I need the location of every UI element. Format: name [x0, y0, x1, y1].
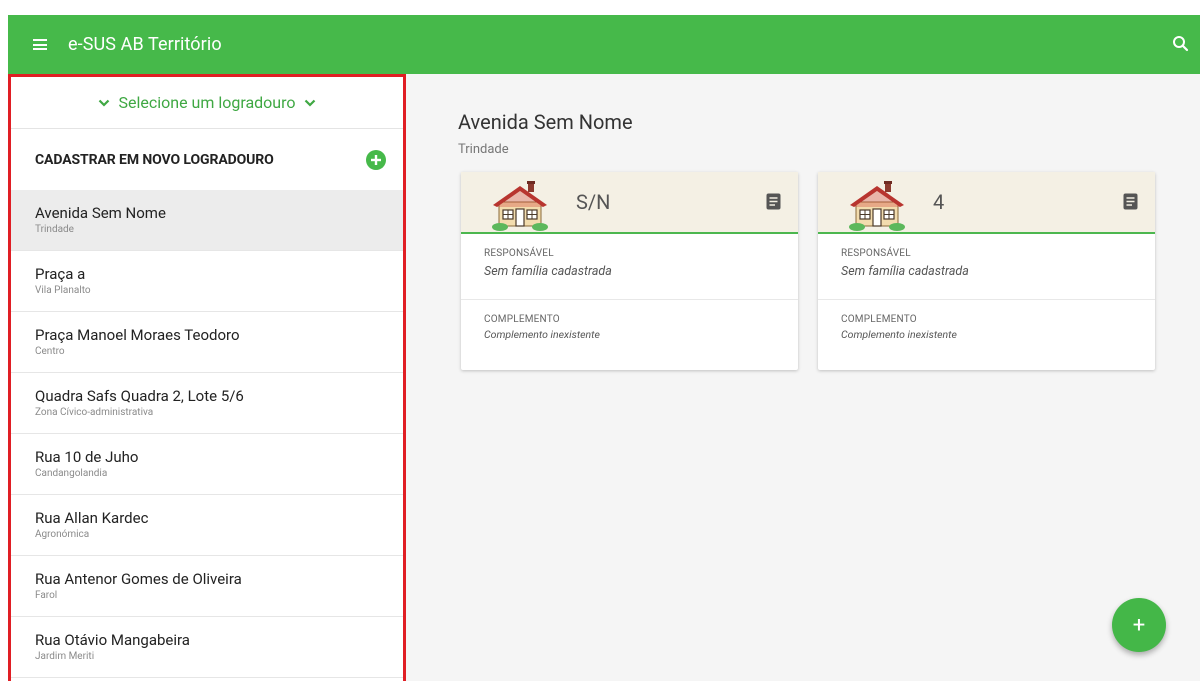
search-icon — [1173, 36, 1189, 52]
street-district: Trindade — [35, 224, 74, 235]
responsible-label: RESPONSÁVEL — [484, 248, 554, 259]
complement-label: COMPLEMENTO — [484, 314, 560, 325]
street-list: Avenida Sem Nome Trindade Praça a Vila P… — [11, 190, 403, 678]
chevron-down-icon — [99, 99, 110, 107]
street-selector[interactable]: Selecione um logradouro — [11, 77, 403, 129]
house-icon — [492, 181, 548, 231]
responsible-section: RESPONSÁVEL Sem família cadastrada — [818, 234, 1155, 300]
street-selector-label: Selecione um logradouro — [118, 93, 296, 112]
street-list-item[interactable]: Rua Allan Kardec Agronómica — [11, 495, 403, 556]
street-list-item[interactable]: Praça Manoel Moraes Teodoro Centro — [11, 312, 403, 373]
street-list-item[interactable]: Rua Antenor Gomes de Oliveira Farol — [11, 556, 403, 617]
top-app-bar: e-SUS AB Território — [8, 15, 1200, 74]
add-residence-fab[interactable]: + — [1112, 598, 1166, 652]
card-header: 4 — [818, 172, 1155, 234]
street-name: Praça a — [35, 265, 86, 283]
street-name: Quadra Safs Quadra 2, Lote 5/6 — [35, 387, 244, 405]
street-name: Avenida Sem Nome — [35, 204, 166, 222]
street-list-item[interactable]: Avenida Sem Nome Trindade — [11, 190, 403, 251]
complement-value: Complemento inexistente — [841, 328, 957, 341]
complement-value: Complemento inexistente — [484, 328, 600, 341]
street-list-item[interactable]: Praça a Vila Planalto — [11, 251, 403, 312]
street-name: Praça Manoel Moraes Teodoro — [35, 326, 240, 344]
new-street-label: CADASTRAR EM NOVO LOGRADOURO — [35, 151, 274, 168]
street-list-item[interactable]: Rua Otávio Mangabeira Jardim Meriti — [11, 617, 403, 678]
page-subtitle: Trindade — [458, 142, 509, 157]
card-header: S/N — [461, 172, 798, 234]
street-name: Rua 10 de Juho — [35, 448, 139, 466]
street-district: Zona Cívico-administrativa — [35, 407, 154, 418]
residence-card[interactable]: 4 RESPONSÁVEL Sem família cadastrada COM… — [818, 172, 1155, 370]
street-list-item[interactable]: Quadra Safs Quadra 2, Lote 5/6 Zona Cívi… — [11, 373, 403, 434]
note-icon[interactable] — [1123, 193, 1138, 210]
residence-card[interactable]: S/N RESPONSÁVEL Sem família cadastrada C… — [461, 172, 798, 370]
plus-icon: + — [1132, 612, 1146, 638]
menu-button[interactable] — [18, 23, 62, 67]
responsible-value: Sem família cadastrada — [841, 264, 969, 279]
new-street-row[interactable]: CADASTRAR EM NOVO LOGRADOURO — [11, 129, 403, 190]
street-district: Vila Planalto — [35, 285, 91, 296]
street-district: Centro — [35, 346, 65, 357]
house-icon — [849, 181, 905, 231]
page-title: Avenida Sem Nome — [458, 110, 633, 134]
menu-icon — [33, 39, 47, 50]
responsible-section: RESPONSÁVEL Sem família cadastrada — [461, 234, 798, 300]
note-icon[interactable] — [766, 193, 781, 210]
main-content: Avenida Sem Nome Trindade S/N RESPONSÁVE… — [406, 74, 1200, 681]
street-district: Jardim Meriti — [35, 651, 95, 662]
street-district: Farol — [35, 590, 58, 601]
app-title: e-SUS AB Território — [68, 34, 222, 55]
complement-section: COMPLEMENTO Complemento inexistente — [461, 300, 798, 366]
street-list-item[interactable]: Rua 10 de Juho Candangolandia — [11, 434, 403, 495]
street-district: Candangolandia — [35, 468, 108, 479]
chevron-down-icon — [304, 99, 315, 107]
add-circle-icon[interactable] — [365, 149, 387, 171]
street-name: Rua Allan Kardec — [35, 509, 149, 527]
responsible-value: Sem família cadastrada — [484, 264, 612, 279]
street-sidebar: Selecione um logradouro CADASTRAR EM NOV… — [8, 74, 406, 681]
street-district: Agronómica — [35, 529, 90, 540]
complement-section: COMPLEMENTO Complemento inexistente — [818, 300, 1155, 366]
street-name: Rua Otávio Mangabeira — [35, 631, 190, 649]
responsible-label: RESPONSÁVEL — [841, 248, 911, 259]
search-button[interactable] — [1168, 31, 1194, 57]
street-name: Rua Antenor Gomes de Oliveira — [35, 570, 242, 588]
app-screen: e-SUS AB Território Selecione um logrado… — [0, 0, 1200, 681]
complement-label: COMPLEMENTO — [841, 314, 917, 325]
house-number: 4 — [933, 190, 945, 214]
house-number: S/N — [576, 190, 611, 214]
